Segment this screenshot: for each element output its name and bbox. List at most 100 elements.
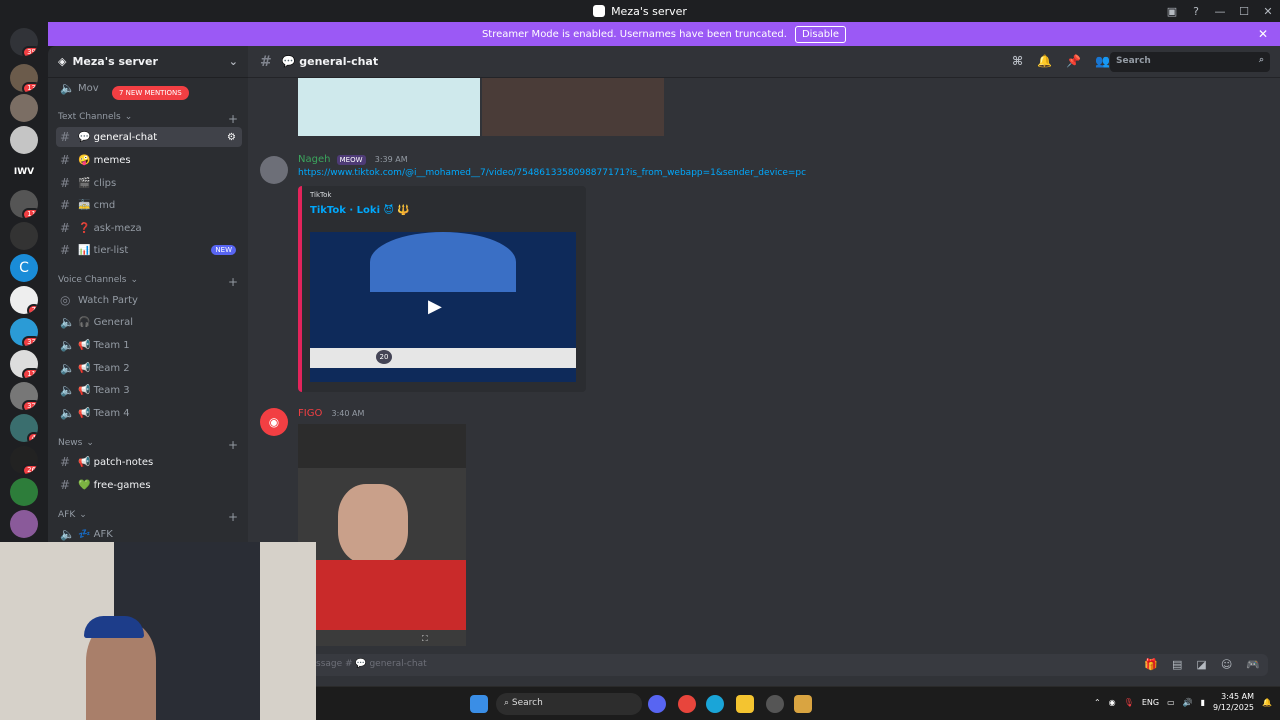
server-icon[interactable]: 11	[10, 350, 38, 378]
server-icon[interactable]	[10, 478, 38, 506]
server-icon[interactable]	[10, 222, 38, 250]
server-icon[interactable]: 26	[10, 446, 38, 474]
add-channel-icon[interactable]: +	[228, 275, 238, 289]
inbox-icon[interactable]: ▣	[1160, 5, 1184, 18]
network-icon[interactable]: ▭	[1167, 698, 1175, 707]
server-icon[interactable]: 7	[10, 286, 38, 314]
server-icon[interactable]	[10, 94, 38, 122]
file-explorer-icon[interactable]	[736, 695, 754, 713]
add-channel-icon[interactable]: +	[228, 438, 238, 452]
category-news[interactable]: News ⌄ +	[58, 438, 238, 452]
gift-icon[interactable]: 🎁	[1144, 658, 1158, 671]
discord-tray-icon[interactable]: ◉	[1109, 698, 1116, 707]
voice-channel[interactable]: 🔈 📢 Team 1	[56, 335, 242, 355]
voice-channel[interactable]: 🔈 📢 Team 2	[56, 358, 242, 378]
language-indicator[interactable]: ENG	[1142, 698, 1159, 707]
channel-name: 📢 Team 3	[78, 384, 130, 396]
taskbar-search-label: Search	[511, 698, 543, 708]
embed-video-thumbnail[interactable]: 20 ▶	[310, 232, 576, 382]
server-icon[interactable]	[10, 126, 38, 154]
members-icon[interactable]: 👥	[1095, 54, 1110, 68]
clock-date: 9/12/2025	[1213, 703, 1255, 712]
channel-ask-meza[interactable]: # ❓ ask-meza	[56, 218, 242, 238]
voice-channel[interactable]: 🔈 📢 Team 4	[56, 403, 242, 423]
notification-icon[interactable]: 🔔	[1262, 698, 1272, 707]
settings-icon[interactable]: ⚙	[227, 132, 236, 143]
speaker-icon: 🔈	[60, 527, 75, 541]
message-list[interactable]: Nageh MEOW 3:39 AM https://www.tiktok.co…	[248, 78, 1280, 652]
speaker-icon: 🔈	[60, 338, 75, 352]
channel-patch-notes[interactable]: # 📢 patch-notes	[56, 452, 242, 472]
voice-channel[interactable]: ◎ Watch Party	[56, 290, 242, 310]
embed-title[interactable]: TikTok · Loki 😈 🔱	[310, 205, 410, 216]
new-badge: NEW	[211, 245, 236, 255]
username[interactable]: FIGO	[298, 408, 322, 419]
voice-channel[interactable]: 🔈 📢 Team 3	[56, 380, 242, 400]
emoji-icon[interactable]: ☺	[1221, 658, 1232, 671]
server-icon[interactable]: 32	[10, 382, 38, 410]
sticker-icon[interactable]: ◪	[1196, 658, 1206, 671]
channel-tier-list[interactable]: # 📊 tier-list NEW	[56, 240, 242, 260]
speaker-icon: 🔈	[60, 81, 75, 95]
server-icon-iwv[interactable]: IWV	[10, 158, 38, 186]
server-icon-c[interactable]: C	[10, 254, 38, 282]
new-mentions-pill[interactable]: 7 NEW MENTIONS	[112, 86, 189, 100]
mic-icon[interactable]: 🎙	[1124, 698, 1134, 707]
voice-channel-afk[interactable]: 🔈 💤 AFK	[56, 524, 242, 544]
category-text-channels[interactable]: Text Channels ⌄ +	[58, 112, 238, 126]
channel-general-chat[interactable]: # 💬 general-chat ⚙	[56, 127, 242, 147]
category-voice-channels[interactable]: Voice Channels ⌄ +	[58, 275, 238, 289]
system-tray: ⌃ ◉ 🎙 ENG ▭ 🔊 ▮ 3:45 AM 9/12/2025 🔔	[1094, 691, 1272, 713]
server-icon[interactable]: 4	[10, 414, 38, 442]
maximize-button[interactable]: ☐	[1232, 5, 1256, 18]
avatar[interactable]	[260, 156, 288, 184]
discord-icon[interactable]	[648, 695, 666, 713]
attachment-image[interactable]	[482, 78, 664, 136]
disable-button[interactable]: Disable	[794, 25, 847, 43]
battery-icon[interactable]: ▮	[1201, 698, 1205, 707]
channel-cmd[interactable]: # 🚋 cmd	[56, 195, 242, 215]
close-icon[interactable]: ✕	[1258, 27, 1268, 41]
voice-channel[interactable]: 🔈 🎧 General	[56, 312, 242, 332]
add-channel-icon[interactable]: +	[228, 112, 238, 126]
message-input[interactable]: ssage # 💬 general-chat	[260, 654, 1268, 676]
category-afk[interactable]: AFK ⌄ +	[58, 510, 238, 524]
server-icon[interactable]: 13	[10, 64, 38, 92]
pin-icon[interactable]: 📌	[1066, 54, 1081, 68]
title-bar: Meza's server	[0, 0, 1280, 22]
chrome-icon[interactable]	[678, 695, 696, 713]
app-icon[interactable]	[766, 695, 784, 713]
search-input[interactable]: Search ⌕	[1110, 52, 1270, 72]
message-link[interactable]: https://www.tiktok.com/@i__mohamed__7/vi…	[298, 168, 806, 178]
fullscreen-icon[interactable]: ⛶	[422, 634, 428, 644]
bell-icon[interactable]: 🔔	[1037, 54, 1052, 68]
edge-icon[interactable]	[706, 695, 724, 713]
apps-icon[interactable]: 🎮	[1246, 658, 1260, 671]
minimize-button[interactable]: —	[1208, 5, 1232, 18]
app-icon[interactable]	[794, 695, 812, 713]
server-icon[interactable]: 33	[10, 318, 38, 346]
taskbar-search[interactable]: ⌕ Search	[496, 693, 642, 715]
volume-icon[interactable]: 🔊	[1183, 698, 1193, 707]
discord-avatar-icon[interactable]: ◉	[260, 408, 288, 436]
help-icon[interactable]: ?	[1184, 5, 1208, 18]
close-window-button[interactable]: ✕	[1256, 5, 1280, 18]
header-toolbar: ⌘ 🔔 📌 👥	[1012, 54, 1110, 68]
channel-memes[interactable]: # 🤪 memes	[56, 150, 242, 170]
clock[interactable]: 3:45 AM 9/12/2025	[1213, 691, 1254, 713]
threads-icon[interactable]: ⌘	[1012, 54, 1023, 68]
video-attachment[interactable]: ⛶	[298, 424, 466, 646]
attachment-image[interactable]	[298, 78, 480, 136]
tray-chevron-icon[interactable]: ⌃	[1094, 698, 1101, 707]
direct-messages-icon[interactable]: 39	[10, 28, 38, 56]
server-header[interactable]: ◈ Meza's server ⌄	[48, 46, 248, 78]
channel-free-games[interactable]: # 💚 free-games	[56, 475, 242, 495]
server-icon[interactable]: 11	[10, 190, 38, 218]
play-icon[interactable]: ▶	[428, 296, 442, 317]
add-channel-icon[interactable]: +	[228, 510, 238, 524]
server-icon[interactable]	[10, 510, 38, 538]
gif-icon[interactable]: ▤	[1172, 658, 1182, 671]
username[interactable]: Nageh	[298, 154, 330, 165]
channel-clips[interactable]: # 🎬 clips	[56, 173, 242, 193]
windows-start-icon[interactable]	[470, 695, 488, 713]
